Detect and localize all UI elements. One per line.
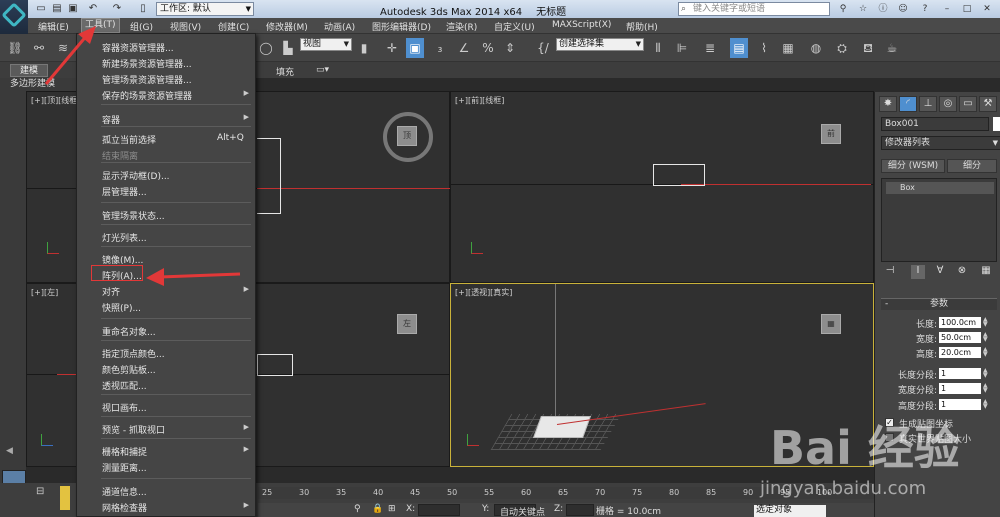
arrow-to-array-item (146, 268, 241, 286)
annotation-arrows (44, 26, 241, 286)
arrow-to-tools-menu (44, 26, 96, 85)
